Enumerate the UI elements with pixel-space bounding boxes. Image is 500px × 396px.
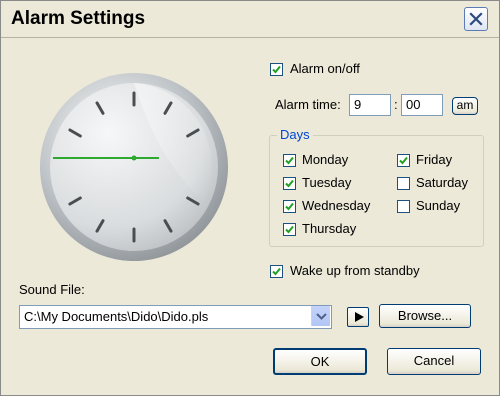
alarm-time-label: Alarm time: [275,97,341,112]
wednesday-checkbox[interactable] [283,200,296,213]
sound-file-combobox[interactable]: C:\My Documents\Dido\Dido.pls [19,305,332,329]
play-button[interactable] [347,307,369,327]
saturday-label: Saturday [416,175,469,190]
window-title: Alarm Settings [11,8,146,29]
saturday-checkbox[interactable] [397,177,410,190]
friday-checkbox[interactable] [397,154,410,167]
ok-button[interactable]: OK [273,348,367,375]
check-icon [285,156,294,165]
browse-button[interactable]: Browse... [379,304,471,328]
hour-field[interactable]: 9 [349,94,391,116]
ampm-toggle-button[interactable]: am [452,97,478,115]
sound-file-dropdown-button[interactable] [311,306,330,326]
check-icon [285,179,294,188]
monday-checkbox[interactable] [283,154,296,167]
tuesday-checkbox[interactable] [283,177,296,190]
chevron-down-icon [316,313,327,320]
thursday-checkbox[interactable] [283,223,296,236]
sunday-checkbox[interactable] [397,200,410,213]
days-legend: Days [277,127,313,142]
check-icon [272,267,281,276]
friday-label: Friday [416,152,453,167]
wake-standby-checkbox[interactable] [270,265,283,278]
tuesday-label: Tuesday [302,175,352,190]
check-icon [272,65,281,74]
wednesday-label: Wednesday [302,198,371,213]
sound-file-label: Sound File: [19,282,85,297]
alarm-onoff-label: Alarm on/off [290,61,360,76]
check-icon [399,156,408,165]
monday-label: Monday [302,152,349,167]
cancel-button[interactable]: Cancel [387,348,481,375]
close-icon [469,12,483,26]
thursday-label: Thursday [302,221,357,236]
sound-file-path: C:\My Documents\Dido\Dido.pls [24,309,209,324]
alarm-onoff-checkbox[interactable] [270,63,283,76]
check-icon [285,225,294,234]
title-divider [1,37,499,38]
wake-standby-label: Wake up from standby [290,263,420,278]
check-icon [285,202,294,211]
analog-clock [40,73,228,261]
sunday-label: Sunday [416,198,461,213]
minute-field[interactable]: 00 [401,94,443,116]
close-button[interactable] [464,7,488,31]
time-separator: : [394,97,398,112]
title-bar: Alarm Settings [1,1,499,37]
play-icon [355,312,364,322]
alarm-settings-dialog: Alarm Settings Alarm on/off Alarm time: … [0,0,500,396]
clock-center [131,155,137,161]
